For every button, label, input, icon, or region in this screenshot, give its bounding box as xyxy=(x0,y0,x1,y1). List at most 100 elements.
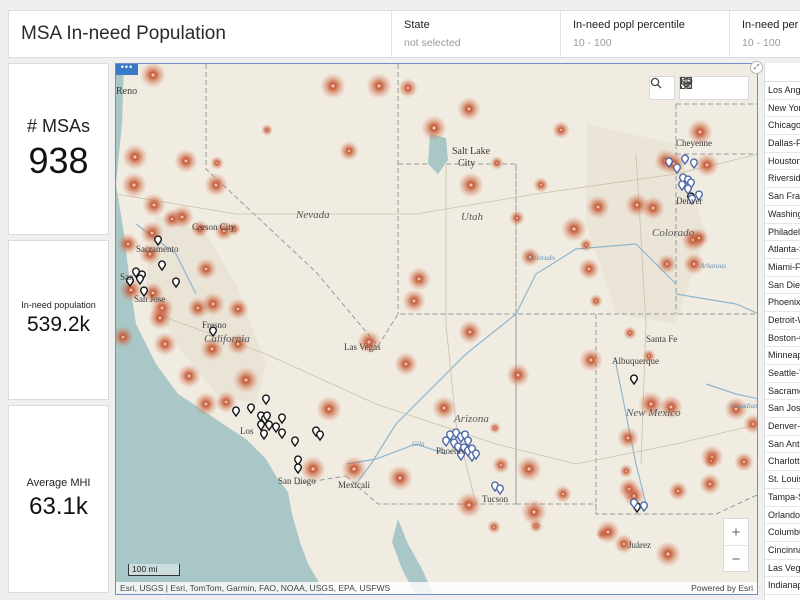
hotspot-marker[interactable] xyxy=(579,348,603,372)
hotspot-marker[interactable] xyxy=(457,97,481,121)
hotspot-marker[interactable] xyxy=(619,464,633,478)
hotspot-marker[interactable] xyxy=(704,454,718,468)
hotspot-marker[interactable] xyxy=(204,173,228,197)
hotspot-marker[interactable] xyxy=(506,363,530,387)
per-e-filter[interactable]: In-need per E 10 - 100 xyxy=(729,11,800,57)
msa-list-item[interactable]: Philadelphia xyxy=(765,224,800,242)
hotspot-marker[interactable] xyxy=(492,456,510,474)
msa-list[interactable]: Los AngelesNew YorkChicagoDallas-Fort Wo… xyxy=(764,82,800,600)
msa-list-item[interactable]: Phoenix-Mesa xyxy=(765,294,800,312)
msa-list-item[interactable]: Denver-Aurora xyxy=(765,418,800,436)
hotspot-marker[interactable] xyxy=(579,238,593,252)
hotspot-marker[interactable] xyxy=(121,172,147,198)
msa-list-item[interactable]: Atlanta-Sandy Springs xyxy=(765,241,800,259)
hotspot-marker[interactable] xyxy=(561,216,587,242)
hotspot-marker[interactable] xyxy=(407,267,431,291)
msa-list-item[interactable]: Charlotte xyxy=(765,453,800,472)
hotspot-marker[interactable] xyxy=(456,492,482,518)
msa-list-item[interactable]: San Antonio xyxy=(765,436,800,454)
hotspot-marker[interactable] xyxy=(341,456,367,482)
msa-list-item[interactable]: Detroit-Warren xyxy=(765,312,800,330)
hotspot-marker[interactable] xyxy=(695,153,719,177)
hotspot-marker[interactable] xyxy=(458,320,482,344)
hotspot-marker[interactable] xyxy=(394,352,418,376)
location-pin-icon[interactable] xyxy=(257,420,265,432)
hotspot-marker[interactable] xyxy=(596,520,620,544)
hotspot-marker[interactable] xyxy=(177,364,201,388)
location-pin-icon[interactable] xyxy=(232,406,240,418)
msa-list-item[interactable]: Sacramento xyxy=(765,383,800,401)
hotspot-marker[interactable] xyxy=(122,144,148,170)
percentile-filter[interactable]: In-need popl percentile 10 - 100 xyxy=(560,11,730,57)
hotspot-marker[interactable] xyxy=(148,306,172,330)
hotspot-marker[interactable] xyxy=(734,452,754,472)
hotspot-marker[interactable] xyxy=(578,258,600,280)
hotspot-marker[interactable] xyxy=(402,289,426,313)
basemap-gallery-icon[interactable] xyxy=(680,77,692,89)
hotspot-marker[interactable] xyxy=(554,485,572,503)
location-pin-icon[interactable] xyxy=(496,484,504,496)
location-pin-icon[interactable] xyxy=(278,428,286,440)
hotspot-marker[interactable] xyxy=(743,414,758,434)
fullscreen-toggle[interactable]: ⤢ xyxy=(750,61,763,74)
hotspot-marker[interactable] xyxy=(153,332,177,356)
map-view[interactable]: Reno Salt Lake City Cheyenne Nevada Utah… xyxy=(115,63,758,595)
hotspot-marker[interactable] xyxy=(489,422,501,434)
msa-list-item[interactable]: Los Angeles xyxy=(765,82,800,100)
location-pin-icon[interactable] xyxy=(262,394,270,406)
hotspot-marker[interactable] xyxy=(142,193,166,217)
powered-by-text[interactable]: Powered by Esri xyxy=(691,583,753,593)
msa-list-item[interactable]: Riverside xyxy=(765,170,800,189)
hotspot-marker[interactable] xyxy=(487,520,501,534)
hotspot-marker[interactable] xyxy=(623,326,637,340)
hotspot-marker[interactable] xyxy=(586,195,610,219)
hotspot-marker[interactable] xyxy=(316,396,342,422)
msa-list-item[interactable]: Cincinnati xyxy=(765,542,800,560)
hotspot-marker[interactable] xyxy=(699,473,721,495)
msa-list-item[interactable]: San Francisco xyxy=(765,188,800,206)
hotspot-marker[interactable] xyxy=(657,254,677,274)
basemap[interactable]: Reno Salt Lake City Cheyenne Nevada Utah… xyxy=(116,64,758,595)
msa-list-item[interactable]: Chicago xyxy=(765,117,800,136)
hotspot-marker[interactable] xyxy=(589,294,603,308)
hotspot-marker[interactable] xyxy=(195,258,217,280)
msa-list-item[interactable]: Seattle-Tacoma xyxy=(765,365,800,383)
state-filter[interactable]: State not selected xyxy=(391,11,561,57)
hotspot-marker[interactable] xyxy=(201,292,225,316)
hotspot-marker[interactable] xyxy=(533,177,549,193)
hotspot-marker[interactable] xyxy=(233,367,259,393)
hotspot-marker[interactable] xyxy=(174,149,198,173)
msa-list-item[interactable]: St. Louis xyxy=(765,471,800,489)
msa-list-item[interactable]: Las Vegas xyxy=(765,560,800,578)
location-pin-icon[interactable] xyxy=(247,403,255,415)
hotspot-marker[interactable] xyxy=(490,156,504,170)
location-pin-icon[interactable] xyxy=(265,420,273,432)
hotspot-marker[interactable] xyxy=(339,141,359,161)
hotspot-marker[interactable] xyxy=(516,456,542,482)
zoom-in-button[interactable]: + xyxy=(724,519,748,545)
hotspot-marker[interactable] xyxy=(162,209,182,229)
location-pin-icon[interactable] xyxy=(291,436,299,448)
msa-list-item[interactable]: Orlando xyxy=(765,507,800,525)
hotspot-marker[interactable] xyxy=(509,210,525,226)
msa-list-item[interactable]: Washington xyxy=(765,206,800,224)
search-button[interactable] xyxy=(649,76,675,100)
hotspot-marker[interactable] xyxy=(529,519,543,533)
hotspot-marker[interactable] xyxy=(320,73,346,99)
hotspot-marker[interactable] xyxy=(421,115,447,141)
msa-list-item[interactable]: Miami-Fort Lauderdale xyxy=(765,259,800,277)
msa-list-item[interactable]: Indianapolis xyxy=(765,577,800,595)
msa-list-item[interactable]: Houston xyxy=(765,153,800,171)
hotspot-marker[interactable] xyxy=(641,196,665,220)
msa-list-item[interactable]: New York xyxy=(765,100,800,118)
hotspot-marker[interactable] xyxy=(227,298,249,320)
hotspot-marker[interactable] xyxy=(398,78,418,98)
location-pin-icon[interactable] xyxy=(278,413,286,425)
location-pin-icon[interactable] xyxy=(640,501,648,513)
hotspot-marker[interactable] xyxy=(387,465,413,491)
msa-list-item[interactable]: San Diego xyxy=(765,277,800,295)
location-pin-icon[interactable] xyxy=(630,374,638,386)
hotspot-marker[interactable] xyxy=(210,156,224,170)
hotspot-marker[interactable] xyxy=(458,172,484,198)
msa-list-item[interactable]: Columbus xyxy=(765,524,800,542)
